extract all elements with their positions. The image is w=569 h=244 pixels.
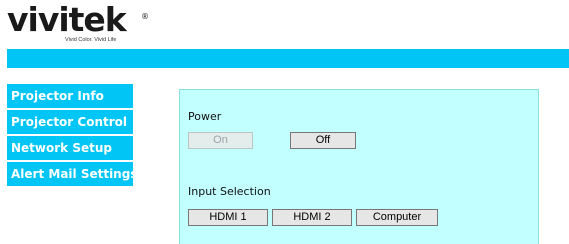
input-hdmi2-button[interactable]: HDMI 2 — [272, 209, 352, 226]
nav-item-network-setup[interactable]: Network Setup — [7, 136, 133, 160]
page: vivitek ® Vivid Color. Vivid Life Projec… — [0, 0, 569, 244]
nav-item-projector-control[interactable]: Projector Control — [7, 110, 133, 134]
power-off-button[interactable]: Off — [290, 132, 356, 149]
sidebar-nav: Projector Info Projector Control Network… — [7, 84, 137, 188]
input-hdmi1-button[interactable]: HDMI 1 — [188, 209, 268, 226]
vivitek-logo: vivitek ® Vivid Color. Vivid Life — [7, 0, 157, 43]
power-on-button[interactable]: On — [188, 132, 253, 149]
logo-tagline: Vivid Color. Vivid Life — [65, 37, 117, 43]
registered-mark: ® — [141, 12, 149, 21]
nav-item-alert-mail-settings[interactable]: Alert Mail Settings — [7, 162, 137, 186]
logo-wordmark: vivitek — [7, 0, 127, 39]
header-bar — [7, 49, 569, 68]
power-label: Power — [188, 110, 222, 123]
nav-item-projector-info[interactable]: Projector Info — [7, 84, 133, 108]
input-computer-button[interactable]: Computer — [356, 209, 438, 226]
control-panel: Power On Off Input Selection HDMI 1 HDMI… — [179, 89, 539, 244]
input-selection-label: Input Selection — [188, 185, 271, 198]
